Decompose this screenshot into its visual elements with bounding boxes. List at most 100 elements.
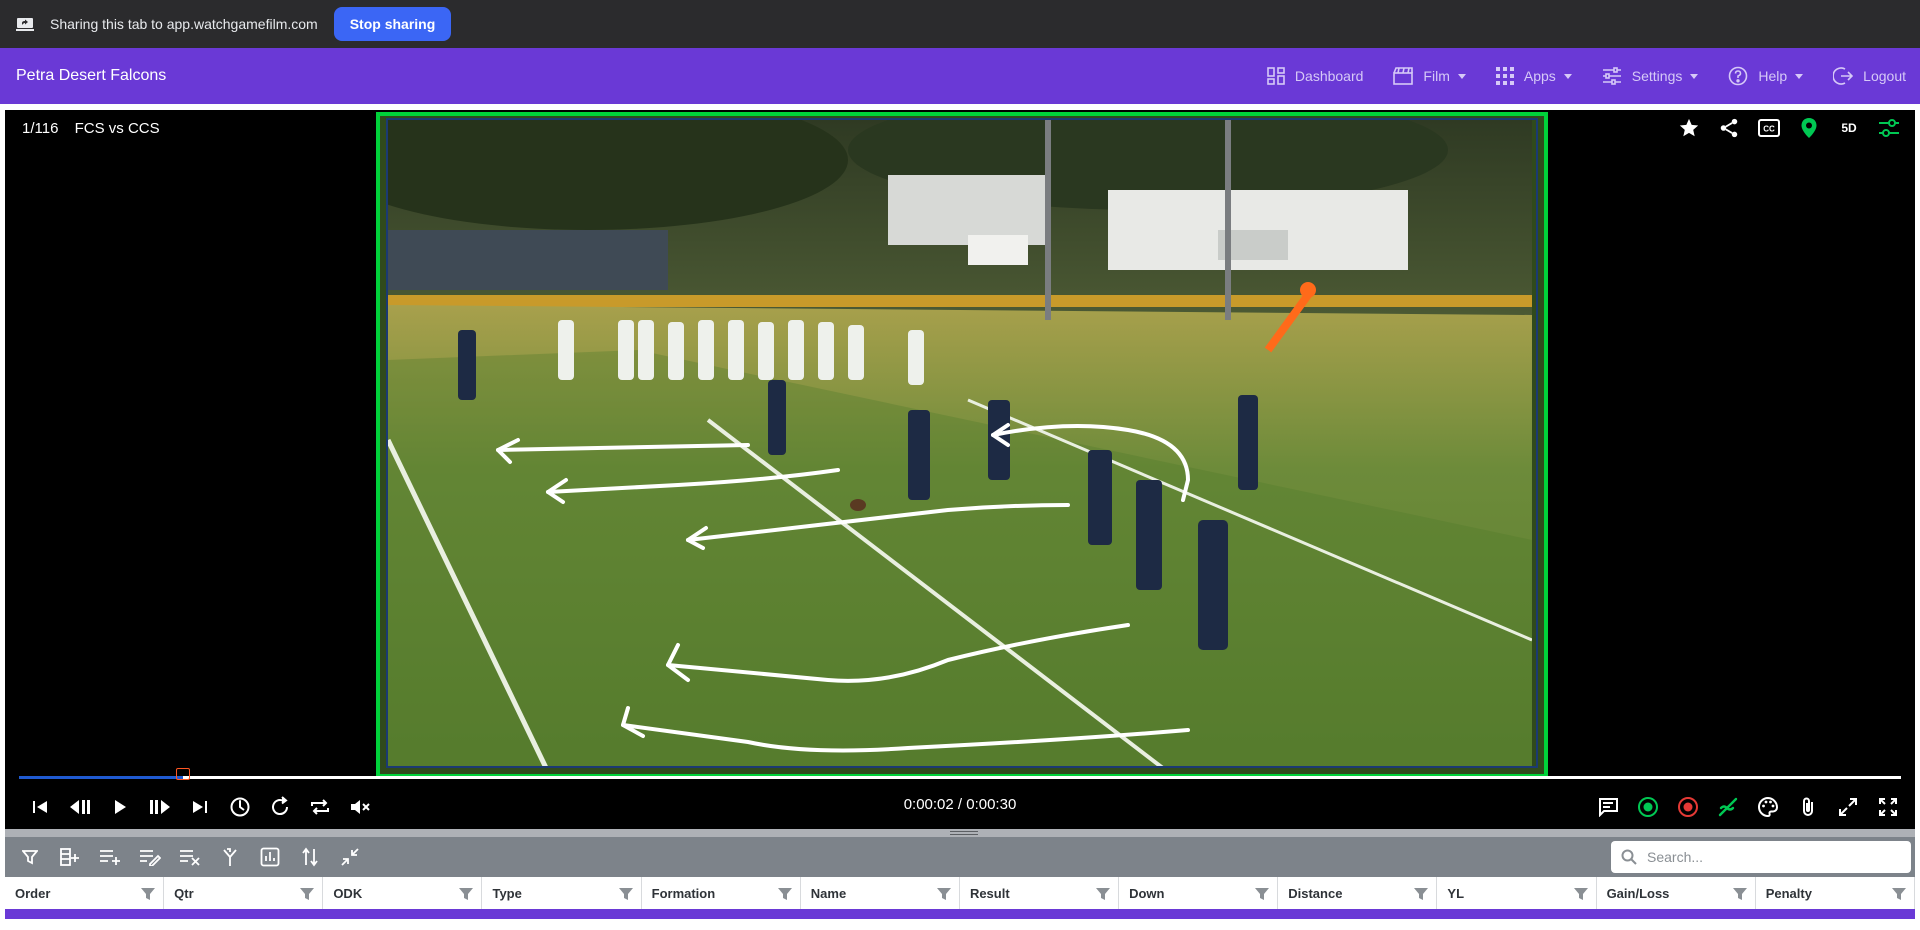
column-filter-icon[interactable]: [1573, 887, 1588, 901]
column-header-order[interactable]: Order: [5, 877, 165, 909]
column-header-name[interactable]: Name: [801, 877, 960, 909]
expand-icon[interactable]: [1835, 794, 1861, 820]
apps-grid-icon: [1495, 67, 1514, 85]
sharing-status-text: Sharing this tab to app.watchgamefilm.co…: [50, 16, 318, 32]
grid-toolbar: [5, 837, 1915, 877]
help-icon: [1729, 66, 1748, 86]
drag-handle-icon[interactable]: [950, 831, 978, 835]
column-header-type[interactable]: Type: [482, 877, 642, 909]
column-filter-icon[interactable]: [141, 887, 156, 901]
nav-menu: Dashboard Film Apps Settings Help Logout: [1237, 48, 1906, 104]
logout-icon: [1833, 67, 1854, 85]
nav-film-label: Film: [1423, 68, 1450, 84]
player-top-toolbar: CC 5D: [1661, 116, 1901, 140]
draw-icon[interactable]: [1715, 794, 1741, 820]
sliders-icon: [1602, 67, 1621, 85]
column-label: Gain/Loss: [1606, 885, 1670, 901]
nav-logout[interactable]: Logout: [1833, 66, 1906, 86]
column-filter-icon[interactable]: [618, 887, 633, 901]
search-input[interactable]: [1647, 849, 1897, 865]
nav-settings[interactable]: Settings: [1602, 67, 1699, 85]
column-label: Qtr: [174, 885, 194, 901]
nav-help[interactable]: Help: [1728, 66, 1804, 86]
column-label: Down: [1129, 885, 1165, 901]
table-row-selected[interactable]: [5, 909, 1915, 919]
comment-icon[interactable]: [1595, 794, 1621, 820]
5d-icon[interactable]: 5D: [1837, 116, 1861, 140]
column-filter-icon[interactable]: [1096, 887, 1111, 901]
video-frame[interactable]: [376, 112, 1548, 778]
nav-apps-label: Apps: [1523, 68, 1556, 84]
search-icon: [1621, 849, 1637, 865]
timeline-marker-icon[interactable]: [175, 768, 190, 780]
column-filter-icon[interactable]: [936, 887, 951, 901]
team-name[interactable]: Petra Desert Falcons: [16, 67, 166, 85]
column-header-odk[interactable]: ODK: [323, 877, 483, 909]
column-header-gain-loss[interactable]: Gain/Loss: [1597, 877, 1756, 909]
nav-apps[interactable]: Apps: [1495, 67, 1572, 85]
attachment-icon[interactable]: [1795, 794, 1821, 820]
column-filter-icon[interactable]: [459, 887, 474, 901]
column-header-qtr[interactable]: Qtr: [164, 877, 324, 909]
share-icon[interactable]: [1717, 116, 1741, 140]
panel-splitter[interactable]: [5, 829, 1915, 837]
record-start-icon[interactable]: [1635, 794, 1661, 820]
nav-settings-label: Settings: [1631, 68, 1683, 84]
dashboard-icon: [1267, 67, 1285, 85]
clear-rows-icon[interactable]: [177, 844, 203, 870]
svg-text:CC: CC: [1763, 125, 1775, 134]
chevron-down-icon: [1563, 73, 1572, 79]
nav-dashboard-label: Dashboard: [1294, 68, 1364, 84]
clip-position: 1/116: [22, 120, 59, 137]
column-label: Type: [492, 885, 522, 901]
location-pin-icon[interactable]: [1797, 116, 1821, 140]
column-filter-icon[interactable]: [1414, 887, 1429, 901]
screen-share-icon: [16, 17, 34, 31]
column-label: Distance: [1288, 885, 1343, 901]
nav-logout-label: Logout: [1863, 68, 1906, 84]
closed-captions-icon[interactable]: CC: [1757, 116, 1781, 140]
column-filter-icon[interactable]: [777, 887, 792, 901]
edit-rows-icon[interactable]: [137, 844, 163, 870]
adjust-icon[interactable]: [1877, 116, 1901, 140]
nav-dashboard[interactable]: Dashboard: [1267, 67, 1364, 85]
column-header-down[interactable]: Down: [1119, 877, 1279, 909]
palette-icon[interactable]: [1755, 794, 1781, 820]
grid-search[interactable]: [1611, 841, 1911, 873]
top-navbar: Petra Desert Falcons Dashboard Film Apps…: [0, 48, 1920, 104]
column-header-yl[interactable]: YL: [1437, 877, 1597, 909]
column-header-result[interactable]: Result: [960, 877, 1120, 909]
stats-icon[interactable]: [257, 844, 283, 870]
fullscreen-icon[interactable]: [1875, 794, 1901, 820]
timeline-progress: [19, 776, 183, 779]
stop-sharing-button[interactable]: Stop sharing: [333, 7, 452, 41]
add-column-icon[interactable]: [57, 844, 83, 870]
column-header-penalty[interactable]: Penalty: [1756, 877, 1915, 909]
column-filter-icon[interactable]: [1891, 887, 1906, 901]
timeline-scrubber[interactable]: [19, 768, 1901, 780]
column-filter-icon[interactable]: [300, 887, 315, 901]
video-player: 1/116 FCS vs CCS CC 5D 0:00:02 / 0:00:30: [5, 110, 1915, 829]
star-icon[interactable]: [1677, 116, 1701, 140]
column-label: ODK: [333, 885, 363, 901]
record-stop-icon[interactable]: [1675, 794, 1701, 820]
video-image[interactable]: [386, 118, 1538, 768]
collapse-icon[interactable]: [337, 844, 363, 870]
grid-header-row: Order Qtr ODK Type Formation Name Result…: [5, 877, 1915, 909]
column-header-formation[interactable]: Formation: [642, 877, 801, 909]
chevron-down-icon: [1690, 73, 1699, 79]
column-label: YL: [1447, 885, 1465, 901]
column-label: Result: [969, 885, 1010, 901]
filter-icon[interactable]: [17, 844, 43, 870]
column-label: Name: [810, 885, 847, 901]
column-filter-icon[interactable]: [1732, 887, 1747, 901]
nav-film[interactable]: Film: [1393, 67, 1466, 85]
column-header-distance[interactable]: Distance: [1278, 877, 1438, 909]
column-label: Order: [15, 885, 51, 901]
chevron-down-icon: [1795, 73, 1804, 79]
add-row-icon[interactable]: [97, 844, 123, 870]
sort-icon[interactable]: [297, 844, 323, 870]
column-filter-icon[interactable]: [1255, 887, 1270, 901]
game-title: FCS vs CCS: [74, 120, 160, 137]
merge-icon[interactable]: [217, 844, 243, 870]
